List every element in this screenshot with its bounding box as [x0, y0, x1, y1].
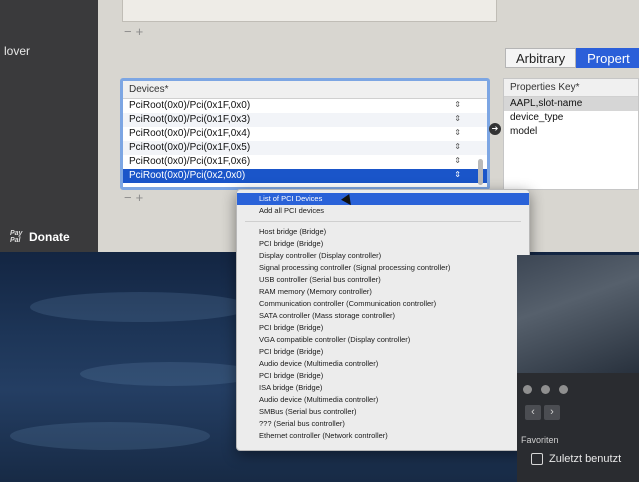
property-row[interactable]: device_type — [504, 111, 638, 125]
minimize-window-icon[interactable] — [541, 385, 550, 394]
app-sidebar: lover Pay Pal Donate — [0, 0, 98, 252]
menu-item-pci-device[interactable]: Display controller (Display controller) — [237, 250, 529, 262]
pci-device-menu-list: Host bridge (Bridge) PCI bridge (Bridge) D… — [237, 226, 529, 442]
device-row-selected[interactable]: PciRoot(0x0)/Pci(0x2,0x0) ⇕ — [123, 169, 487, 183]
devices-scrollbar[interactable] — [478, 159, 483, 185]
menu-item-pci-device[interactable]: Audio device (Multimedia controller) — [237, 358, 529, 370]
menu-item-pci-device[interactable]: Signal processing controller (Signal pro… — [237, 262, 529, 274]
device-row[interactable]: PciRoot(0x0)/Pci(0x1F,0x0) ⇕ — [123, 99, 487, 113]
arrow-right-icon: ➔ — [489, 123, 501, 135]
sidebar-item-recent[interactable]: Zuletzt benutzt — [531, 453, 621, 465]
device-add-remove-buttons[interactable]: −+ — [124, 190, 147, 205]
menu-item-pci-device[interactable]: USB controller (Serial bus controller) — [237, 274, 529, 286]
device-path: PciRoot(0x0)/Pci(0x1F,0x5) — [129, 142, 251, 153]
device-row[interactable]: PciRoot(0x0)/Pci(0x1F,0x6) ⇕ — [123, 155, 487, 169]
segmented-tabs: Arbitrary Propert — [505, 48, 639, 68]
wallpaper-wave — [80, 362, 260, 386]
wallpaper-wave — [10, 422, 210, 450]
tab-properties[interactable]: Propert — [576, 48, 639, 68]
device-path: PciRoot(0x0)/Pci(0x1F,0x4) — [129, 128, 251, 139]
sidebar-label: lover — [4, 44, 31, 58]
property-row[interactable]: model — [504, 125, 638, 139]
menu-item-pci-device[interactable]: PCI bridge (Bridge) — [237, 346, 529, 358]
paypal-icon: Pay Pal — [10, 230, 23, 244]
device-path: PciRoot(0x0)/Pci(0x1F,0x0) — [129, 100, 251, 111]
finder-window: ‹ › Favoriten Zuletzt benutzt — [517, 373, 639, 482]
stepper-icon[interactable]: ⇕ — [454, 128, 461, 137]
properties-table[interactable]: Properties Key* AAPL,slot-name device_ty… — [503, 78, 639, 190]
menu-item-pci-device[interactable]: Host bridge (Bridge) — [237, 226, 529, 238]
menu-item-list-pci-devices[interactable]: List of PCI Devices — [237, 193, 529, 205]
device-path: PciRoot(0x0)/Pci(0x1F,0x6) — [129, 156, 251, 167]
donate-button[interactable]: Pay Pal Donate — [10, 230, 70, 244]
menu-item-pci-device[interactable]: ??? (Serial bus controller) — [237, 418, 529, 430]
menu-item-pci-device[interactable]: SATA controller (Mass storage controller… — [237, 310, 529, 322]
zoom-window-icon[interactable] — [559, 385, 568, 394]
stepper-icon[interactable]: ⇕ — [454, 142, 461, 151]
menu-item-pci-device[interactable]: Communication controller (Communication … — [237, 298, 529, 310]
menu-item-pci-device[interactable]: RAM memory (Memory controller) — [237, 286, 529, 298]
menu-separator — [245, 221, 521, 222]
menu-item-pci-device[interactable]: SMBus (Serial bus controller) — [237, 406, 529, 418]
device-path: PciRoot(0x0)/Pci(0x1F,0x3) — [129, 114, 251, 125]
pci-devices-popup-menu: List of PCI Devices Add all PCI devices … — [236, 189, 530, 451]
menu-item-pci-device[interactable]: VGA compatible controller (Display contr… — [237, 334, 529, 346]
recent-clock-icon — [531, 453, 543, 465]
close-window-icon[interactable] — [523, 385, 532, 394]
properties-column-header[interactable]: Properties Key* — [504, 79, 638, 97]
device-row[interactable]: PciRoot(0x0)/Pci(0x1F,0x3) ⇕ — [123, 113, 487, 127]
wallpaper-wave — [30, 292, 250, 322]
stepper-icon[interactable]: ⇕ — [454, 114, 461, 123]
device-row[interactable]: PciRoot(0x0)/Pci(0x1F,0x4) ⇕ — [123, 127, 487, 141]
menu-item-add-all-pci-devices[interactable]: Add all PCI devices — [237, 205, 529, 217]
favorites-header: Favoriten — [521, 435, 559, 445]
menu-item-pci-device[interactable]: PCI bridge (Bridge) — [237, 238, 529, 250]
back-chevron-icon[interactable]: ‹ — [525, 405, 541, 420]
stepper-icon[interactable]: ⇕ — [454, 156, 461, 165]
device-row[interactable]: PciRoot(0x0)/Pci(0x1F,0x5) ⇕ — [123, 141, 487, 155]
menu-item-pci-device[interactable]: Audio device (Multimedia controller) — [237, 394, 529, 406]
menu-item-pci-device[interactable]: ISA bridge (Bridge) — [237, 382, 529, 394]
tab-arbitrary[interactable]: Arbitrary — [505, 48, 577, 68]
sidebar-item-label: Zuletzt benutzt — [549, 453, 622, 465]
stepper-icon[interactable]: ⇕ — [454, 100, 461, 109]
menu-item-pci-device[interactable]: PCI bridge (Bridge) — [237, 370, 529, 382]
donate-label: Donate — [29, 230, 70, 244]
property-row[interactable]: AAPL,slot-name — [504, 97, 638, 111]
devices-table[interactable]: Devices* PciRoot(0x0)/Pci(0x1F,0x0) ⇕ Pci… — [120, 78, 490, 190]
top-add-remove-buttons[interactable]: −+ — [124, 24, 147, 39]
background-photo — [517, 255, 639, 373]
menu-item-pci-device[interactable]: Ethernet controller (Network controller) — [237, 430, 529, 442]
top-list-box — [122, 0, 497, 22]
forward-chevron-icon[interactable]: › — [544, 405, 560, 420]
devices-column-header[interactable]: Devices* — [123, 81, 487, 99]
device-path: PciRoot(0x0)/Pci(0x2,0x0) — [129, 170, 246, 181]
menu-item-pci-device[interactable]: PCI bridge (Bridge) — [237, 322, 529, 334]
stepper-icon[interactable]: ⇕ — [454, 170, 461, 179]
